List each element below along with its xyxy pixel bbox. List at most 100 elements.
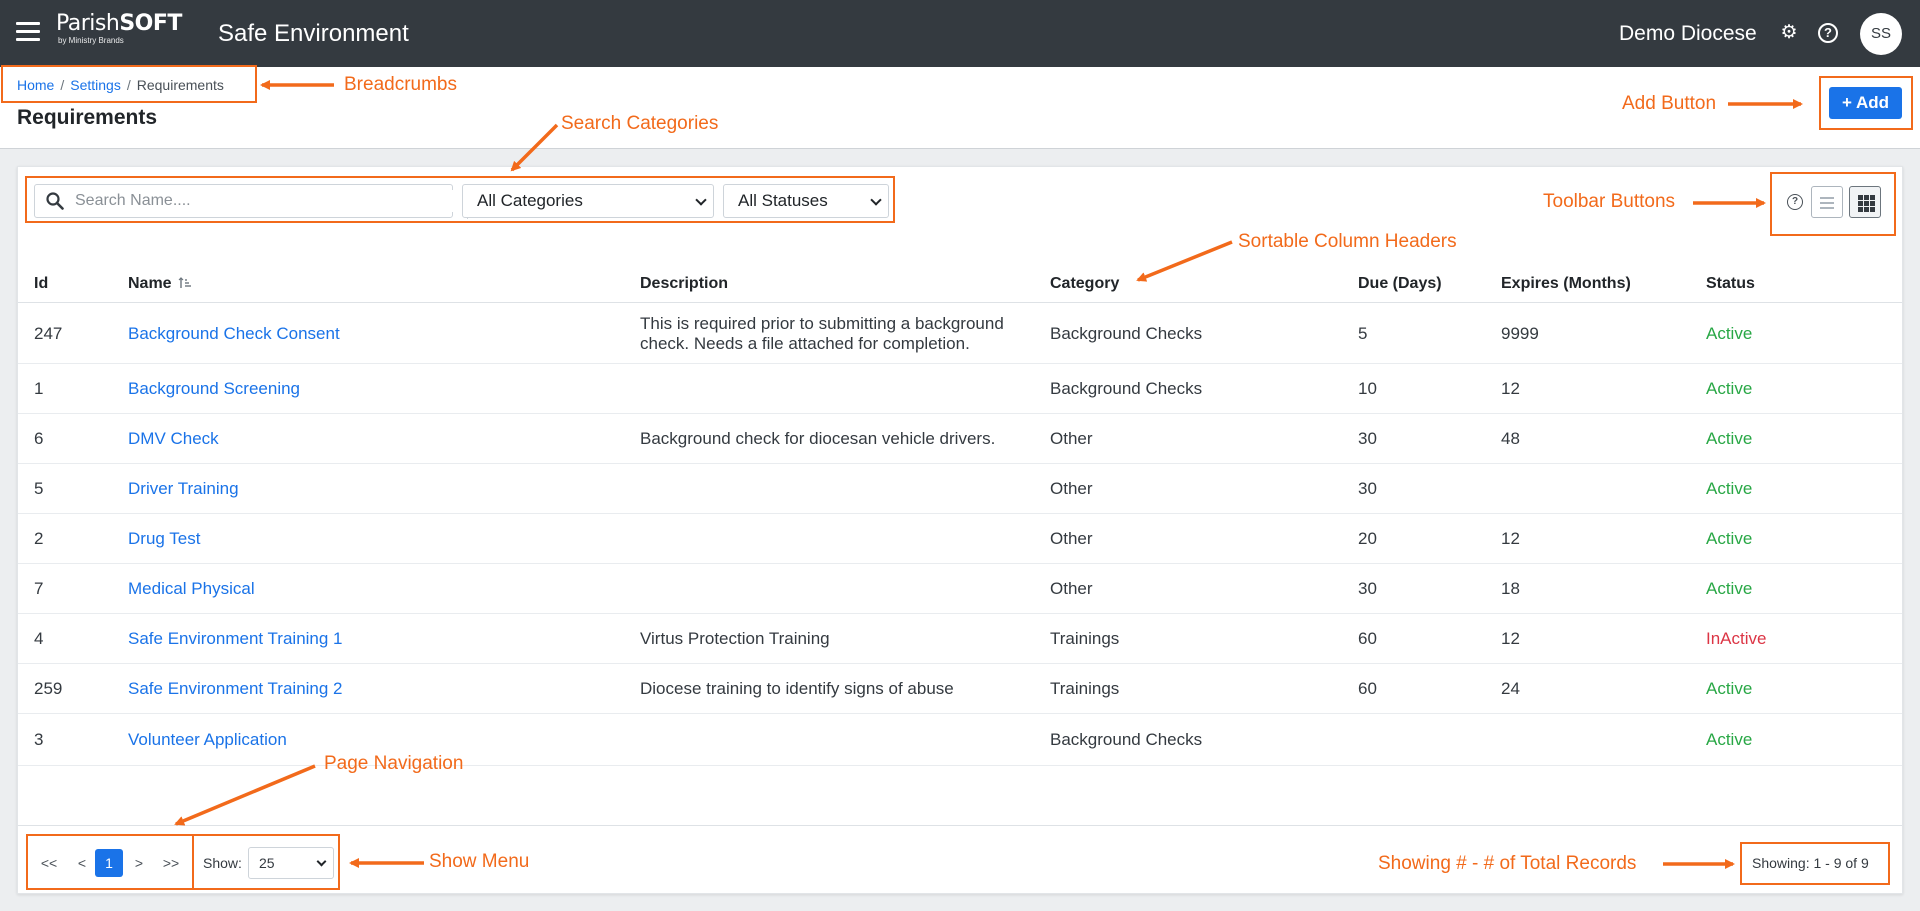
cell-status: Active bbox=[1706, 729, 1753, 749]
cell-due-days: 30 bbox=[1358, 428, 1377, 448]
cell-description-line-2: check. Needs a file attached for complet… bbox=[640, 333, 970, 353]
cell-category: Background Checks bbox=[1050, 323, 1203, 343]
requirement-name-link[interactable]: Safe Environment Training 2 bbox=[128, 679, 343, 699]
cell-id: 247 bbox=[34, 323, 63, 343]
column-header-id[interactable]: Id bbox=[34, 275, 48, 293]
annotation-breadcrumbs: Breadcrumbs bbox=[344, 74, 457, 95]
cell-due-days: 5 bbox=[1358, 323, 1368, 343]
user-avatar[interactable]: SS bbox=[1860, 13, 1902, 55]
cell-expires-months: 24 bbox=[1501, 678, 1520, 698]
cell-status: Active bbox=[1706, 428, 1753, 448]
cell-expires-months: 12 bbox=[1501, 378, 1520, 398]
annotation-toolbar-buttons: Toolbar Buttons bbox=[1543, 191, 1676, 212]
cell-category: Trainings bbox=[1050, 678, 1120, 698]
requirement-name-link[interactable]: Medical Physical bbox=[128, 579, 255, 599]
cell-category: Background Checks bbox=[1050, 729, 1203, 749]
cell-status: Active bbox=[1706, 378, 1753, 398]
table-row-divider bbox=[18, 713, 1902, 714]
table-row-divider bbox=[18, 765, 1902, 766]
cell-description: Diocese training to identify signs of ab… bbox=[640, 678, 954, 698]
requirement-name-link[interactable]: Volunteer Application bbox=[128, 730, 287, 750]
table-header-divider bbox=[18, 302, 1902, 303]
table-row-divider bbox=[18, 663, 1902, 664]
logo-subtitle: by Ministry Brands bbox=[58, 36, 124, 45]
card-footer-divider bbox=[18, 825, 1902, 826]
annotation-box-showing bbox=[1740, 842, 1890, 885]
logo-text-a: Parish bbox=[56, 11, 120, 36]
cell-status: InActive bbox=[1706, 628, 1767, 648]
help-icon[interactable]: ? bbox=[1818, 23, 1838, 43]
cell-due-days: 60 bbox=[1358, 678, 1377, 698]
requirement-name-link[interactable]: Background Screening bbox=[128, 379, 300, 399]
cell-category: Other bbox=[1050, 528, 1093, 548]
annotation-add-button: Add Button bbox=[1622, 93, 1717, 114]
annotation-box-toolbar bbox=[1770, 172, 1896, 236]
column-header-due-days[interactable]: Due (Days) bbox=[1358, 275, 1442, 293]
cell-status: Active bbox=[1706, 578, 1753, 598]
column-header-category[interactable]: Category bbox=[1050, 275, 1119, 293]
annotation-box-breadcrumbs bbox=[1, 65, 257, 103]
cell-description: Background check for diocesan vehicle dr… bbox=[640, 428, 996, 448]
column-header-name[interactable]: Name bbox=[128, 275, 192, 293]
cell-due-days: 60 bbox=[1358, 628, 1377, 648]
requirement-name-link[interactable]: Background Check Consent bbox=[128, 324, 340, 344]
annotation-sortable-headers: Sortable Column Headers bbox=[1238, 231, 1457, 252]
cell-expires-months: 12 bbox=[1501, 528, 1520, 548]
table-row-divider bbox=[18, 513, 1902, 514]
table-row-divider bbox=[18, 463, 1902, 464]
cell-status: Active bbox=[1706, 323, 1753, 343]
cell-id: 4 bbox=[34, 628, 44, 648]
cell-due-days: 30 bbox=[1358, 578, 1377, 598]
cell-due-days: 20 bbox=[1358, 528, 1377, 548]
cell-id: 7 bbox=[34, 578, 44, 598]
cell-category: Other bbox=[1050, 428, 1093, 448]
table-row-divider bbox=[18, 613, 1902, 614]
cell-status: Active bbox=[1706, 528, 1753, 548]
cell-due-days: 30 bbox=[1358, 478, 1377, 498]
organization-name[interactable]: Demo Diocese bbox=[1619, 22, 1757, 46]
logo-text-b: SOFT bbox=[119, 11, 182, 36]
hamburger-menu-icon[interactable] bbox=[16, 22, 40, 42]
cell-category: Background Checks bbox=[1050, 378, 1203, 398]
table-row-divider bbox=[18, 363, 1902, 364]
sort-ascending-icon bbox=[178, 277, 191, 288]
page-title: Requirements bbox=[17, 106, 158, 129]
cell-status: Active bbox=[1706, 678, 1753, 698]
top-navbar: ParishSOFT by Ministry Brands Safe Envir… bbox=[0, 0, 1920, 67]
cell-status: Active bbox=[1706, 478, 1753, 498]
annotation-box-pagination bbox=[26, 834, 194, 890]
cell-id: 1 bbox=[34, 378, 44, 398]
annotation-page-navigation: Page Navigation bbox=[324, 753, 464, 774]
requirement-name-link[interactable]: DMV Check bbox=[128, 429, 219, 449]
annotation-box-show-menu bbox=[192, 834, 340, 890]
column-header-expires-months[interactable]: Expires (Months) bbox=[1501, 275, 1631, 293]
cell-category: Trainings bbox=[1050, 628, 1120, 648]
annotation-box-add bbox=[1819, 76, 1913, 130]
annotation-box-search bbox=[25, 176, 895, 223]
requirement-name-link[interactable]: Drug Test bbox=[128, 529, 200, 549]
cell-id: 3 bbox=[34, 729, 44, 749]
cell-id: 6 bbox=[34, 428, 44, 448]
cell-id: 2 bbox=[34, 528, 44, 548]
column-header-name-label: Name bbox=[128, 275, 172, 292]
cell-expires-months: 9999 bbox=[1501, 323, 1539, 343]
cell-description: Virtus Protection Training bbox=[640, 628, 830, 648]
requirement-name-link[interactable]: Safe Environment Training 1 bbox=[128, 629, 343, 649]
cell-id: 5 bbox=[34, 478, 44, 498]
cell-due-days: 10 bbox=[1358, 378, 1377, 398]
table-row-divider bbox=[18, 563, 1902, 564]
cell-expires-months: 12 bbox=[1501, 628, 1520, 648]
cell-id: 259 bbox=[34, 678, 63, 698]
table-row-divider bbox=[18, 413, 1902, 414]
column-header-status[interactable]: Status bbox=[1706, 275, 1755, 293]
annotation-search-categories: Search Categories bbox=[561, 113, 719, 134]
gear-icon[interactable]: ⚙ bbox=[1779, 23, 1799, 43]
cell-category: Other bbox=[1050, 578, 1093, 598]
app-title: Safe Environment bbox=[218, 20, 409, 47]
cell-category: Other bbox=[1050, 478, 1093, 498]
requirement-name-link[interactable]: Driver Training bbox=[128, 479, 239, 499]
cell-description: This is required prior to submitting a b… bbox=[640, 313, 1004, 333]
annotation-showing-records: Showing # - # of Total Records bbox=[1378, 853, 1637, 874]
parishsoft-logo[interactable]: ParishSOFT by Ministry Brands bbox=[56, 12, 182, 46]
column-header-description[interactable]: Description bbox=[640, 275, 728, 293]
